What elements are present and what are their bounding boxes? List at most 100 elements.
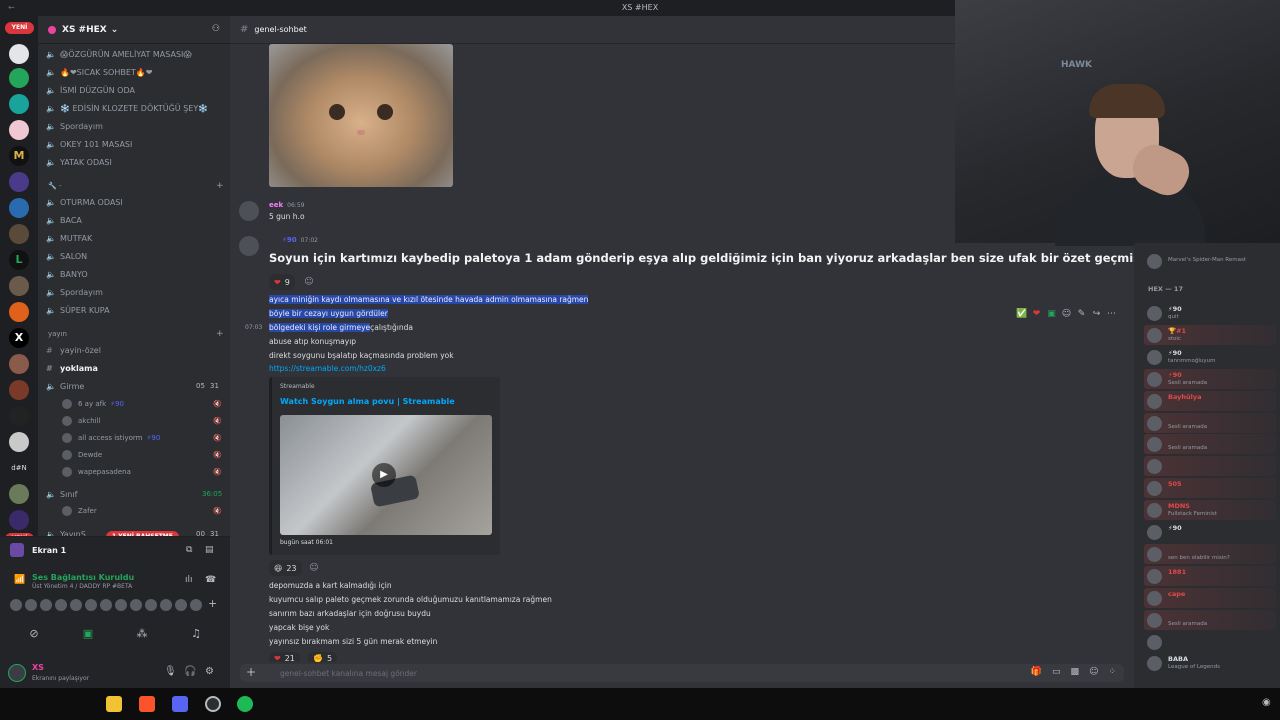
microphone-icon[interactable]: 🎙 bbox=[164, 666, 177, 677]
add-reaction-icon[interactable]: ☺ bbox=[302, 275, 316, 289]
server-icon[interactable] bbox=[9, 354, 29, 374]
voice-channel[interactable]: 🔈 Spordayım bbox=[46, 284, 224, 300]
embed-title[interactable]: Watch Soygun alma povu | Streamable bbox=[280, 397, 455, 406]
server-icon[interactable] bbox=[9, 68, 29, 88]
obs-icon[interactable] bbox=[205, 696, 221, 712]
member-item[interactable]: 🏆#1 stoic bbox=[1144, 324, 1276, 345]
voice-channel[interactable]: 🔈 İSMİ DÜZGÜN ODA bbox=[46, 82, 224, 98]
avatar[interactable] bbox=[25, 599, 37, 611]
avatar[interactable] bbox=[10, 599, 22, 611]
gif-icon[interactable]: ▭ bbox=[1052, 667, 1061, 677]
member-item[interactable]: Sesli aramada bbox=[1144, 412, 1276, 433]
avatar[interactable] bbox=[239, 201, 259, 221]
avatar[interactable] bbox=[85, 599, 97, 611]
new-badge-top[interactable]: YENİ bbox=[5, 22, 34, 34]
avatar[interactable] bbox=[190, 599, 202, 611]
voice-channel[interactable]: 🔈 BANYO bbox=[46, 266, 224, 282]
member-item[interactable]: MDNS Fullstack Feminist bbox=[1144, 500, 1276, 521]
heart-reaction-icon[interactable]: ❤ bbox=[1031, 309, 1042, 319]
screen-share-title[interactable]: Ekran 1 bbox=[10, 543, 66, 557]
member-item[interactable]: cape bbox=[1144, 587, 1276, 608]
text-channel-active[interactable]: # yoklama bbox=[46, 360, 224, 376]
activities-button[interactable]: ⁂ bbox=[120, 621, 164, 647]
soundboard-button[interactable]: ♫ bbox=[174, 621, 218, 647]
person-add-icon[interactable]: ⚇ bbox=[212, 24, 220, 34]
avatar[interactable] bbox=[160, 599, 172, 611]
emoji-icon[interactable]: ☺ bbox=[1089, 667, 1098, 677]
message-composer[interactable]: + genel-sohbet kanalına mesaj gönder 🎁 ▭… bbox=[240, 664, 1124, 682]
member-item[interactable]: Sesli aramada bbox=[1144, 434, 1276, 455]
edit-icon[interactable]: ✎ bbox=[1076, 309, 1087, 319]
avatar[interactable] bbox=[100, 599, 112, 611]
spotify-icon[interactable] bbox=[237, 696, 253, 712]
voice-channel[interactable]: 🔈 😱ÖZGÜRÜN AMELİYAT MASASI😱 bbox=[46, 46, 224, 62]
category-tools[interactable]: 🔧 - + bbox=[48, 181, 224, 191]
avatar[interactable] bbox=[55, 599, 67, 611]
member-item[interactable]: 1881 bbox=[1144, 565, 1276, 586]
voice-connected-status[interactable]: Ses Bağlantısı Kuruldu bbox=[32, 573, 134, 582]
member-item[interactable]: ⚡90 Sesli aramada bbox=[1144, 368, 1276, 389]
avatar[interactable] bbox=[115, 599, 127, 611]
add-reaction-icon[interactable]: ☺ bbox=[307, 561, 321, 575]
flag-reaction-icon[interactable]: ▣ bbox=[1046, 309, 1057, 319]
voice-channel-sinif[interactable]: 🔈 Sınıf bbox=[46, 486, 224, 502]
avatar[interactable] bbox=[70, 599, 82, 611]
camera-off-button[interactable]: ⊘ bbox=[12, 621, 56, 647]
disconnect-icon[interactable]: ☎ bbox=[205, 575, 216, 585]
voice-channel[interactable]: 🔈 ❄️ EDİSİN KLOZETE DÖKTÜĞÜ ŞEY❄️ bbox=[46, 100, 224, 116]
avatar[interactable] bbox=[239, 236, 259, 256]
discord-icon[interactable] bbox=[172, 696, 188, 712]
category-yayin[interactable]: yayın + bbox=[48, 329, 224, 339]
gear-icon[interactable]: ⚙ bbox=[205, 666, 214, 677]
server-icon[interactable]: d#N bbox=[9, 458, 29, 478]
reaction-laugh[interactable]: 😆 23 bbox=[269, 560, 302, 576]
user-name[interactable]: XS bbox=[32, 663, 44, 672]
server-icon[interactable] bbox=[9, 380, 29, 400]
member-item[interactable]: ⚡90 tanrımmoğluyum bbox=[1144, 347, 1276, 367]
member-item[interactable]: ⚡90 bbox=[1144, 522, 1276, 542]
server-icon[interactable] bbox=[9, 432, 29, 452]
member-item[interactable]: 505 bbox=[1144, 478, 1276, 499]
play-icon[interactable]: ▶ bbox=[372, 463, 396, 487]
server-icon[interactable] bbox=[9, 302, 29, 322]
message-author-badge[interactable]: ⚡90 07:02 bbox=[282, 236, 318, 244]
noise-suppression-icon[interactable]: ılı bbox=[185, 575, 193, 585]
voice-channel[interactable]: 🔈 YATAK ODASI bbox=[46, 154, 224, 170]
server-icon[interactable] bbox=[9, 484, 29, 504]
voice-channel[interactable]: 🔈 Spordayım bbox=[46, 118, 224, 134]
member-item[interactable]: ⚡90 quit bbox=[1144, 303, 1276, 323]
server-icon[interactable] bbox=[9, 406, 29, 426]
member-item[interactable] bbox=[1144, 456, 1276, 477]
voice-channel[interactable]: 🔈 SALON bbox=[46, 248, 224, 264]
member-item[interactable]: sen ben olabilir misin? bbox=[1144, 543, 1276, 564]
popout-icon[interactable]: ⧉ bbox=[186, 545, 192, 555]
avatar[interactable] bbox=[40, 599, 52, 611]
server-icon[interactable]: M bbox=[9, 146, 29, 166]
avatar[interactable] bbox=[8, 664, 26, 682]
server-icon[interactable] bbox=[9, 276, 29, 296]
server-icon[interactable] bbox=[9, 44, 29, 64]
screen-share-button[interactable]: ▣ bbox=[66, 621, 110, 647]
server-icon[interactable] bbox=[9, 510, 29, 530]
message-link[interactable]: https://streamable.com/hz0xz6 bbox=[269, 364, 386, 373]
apps-icon[interactable]: ⁘ bbox=[1108, 667, 1116, 677]
add-channel-icon[interactable]: + bbox=[216, 329, 224, 339]
voice-user[interactable]: wapepasadena 🔇 bbox=[62, 464, 222, 480]
voice-user[interactable]: Dewde 🔇 bbox=[62, 447, 222, 463]
server-icon[interactable] bbox=[9, 198, 29, 218]
avatar[interactable] bbox=[130, 599, 142, 611]
cat-image-attachment[interactable] bbox=[269, 44, 453, 187]
more-icon[interactable]: ⋯ bbox=[1106, 309, 1117, 319]
back-arrow-icon[interactable]: ← bbox=[8, 0, 15, 16]
server-icon[interactable] bbox=[9, 224, 29, 244]
forward-icon[interactable]: ↪ bbox=[1091, 309, 1102, 319]
voice-channel[interactable]: 🔈 OKEY 101 MASASI bbox=[46, 136, 224, 152]
file-explorer-icon[interactable] bbox=[106, 696, 122, 712]
video-thumbnail[interactable]: ▶ bbox=[280, 415, 492, 535]
message-author[interactable]: eek 06:59 bbox=[269, 201, 304, 209]
settings-icon[interactable]: ▤ bbox=[205, 545, 214, 555]
member-item[interactable]: Sesli aramada bbox=[1144, 609, 1276, 630]
guild-header[interactable]: XS #HEX ⌄ ⚇ bbox=[38, 16, 230, 44]
server-icon-xs[interactable]: X bbox=[9, 328, 29, 348]
add-reaction-icon[interactable]: ☺ bbox=[1061, 309, 1072, 319]
